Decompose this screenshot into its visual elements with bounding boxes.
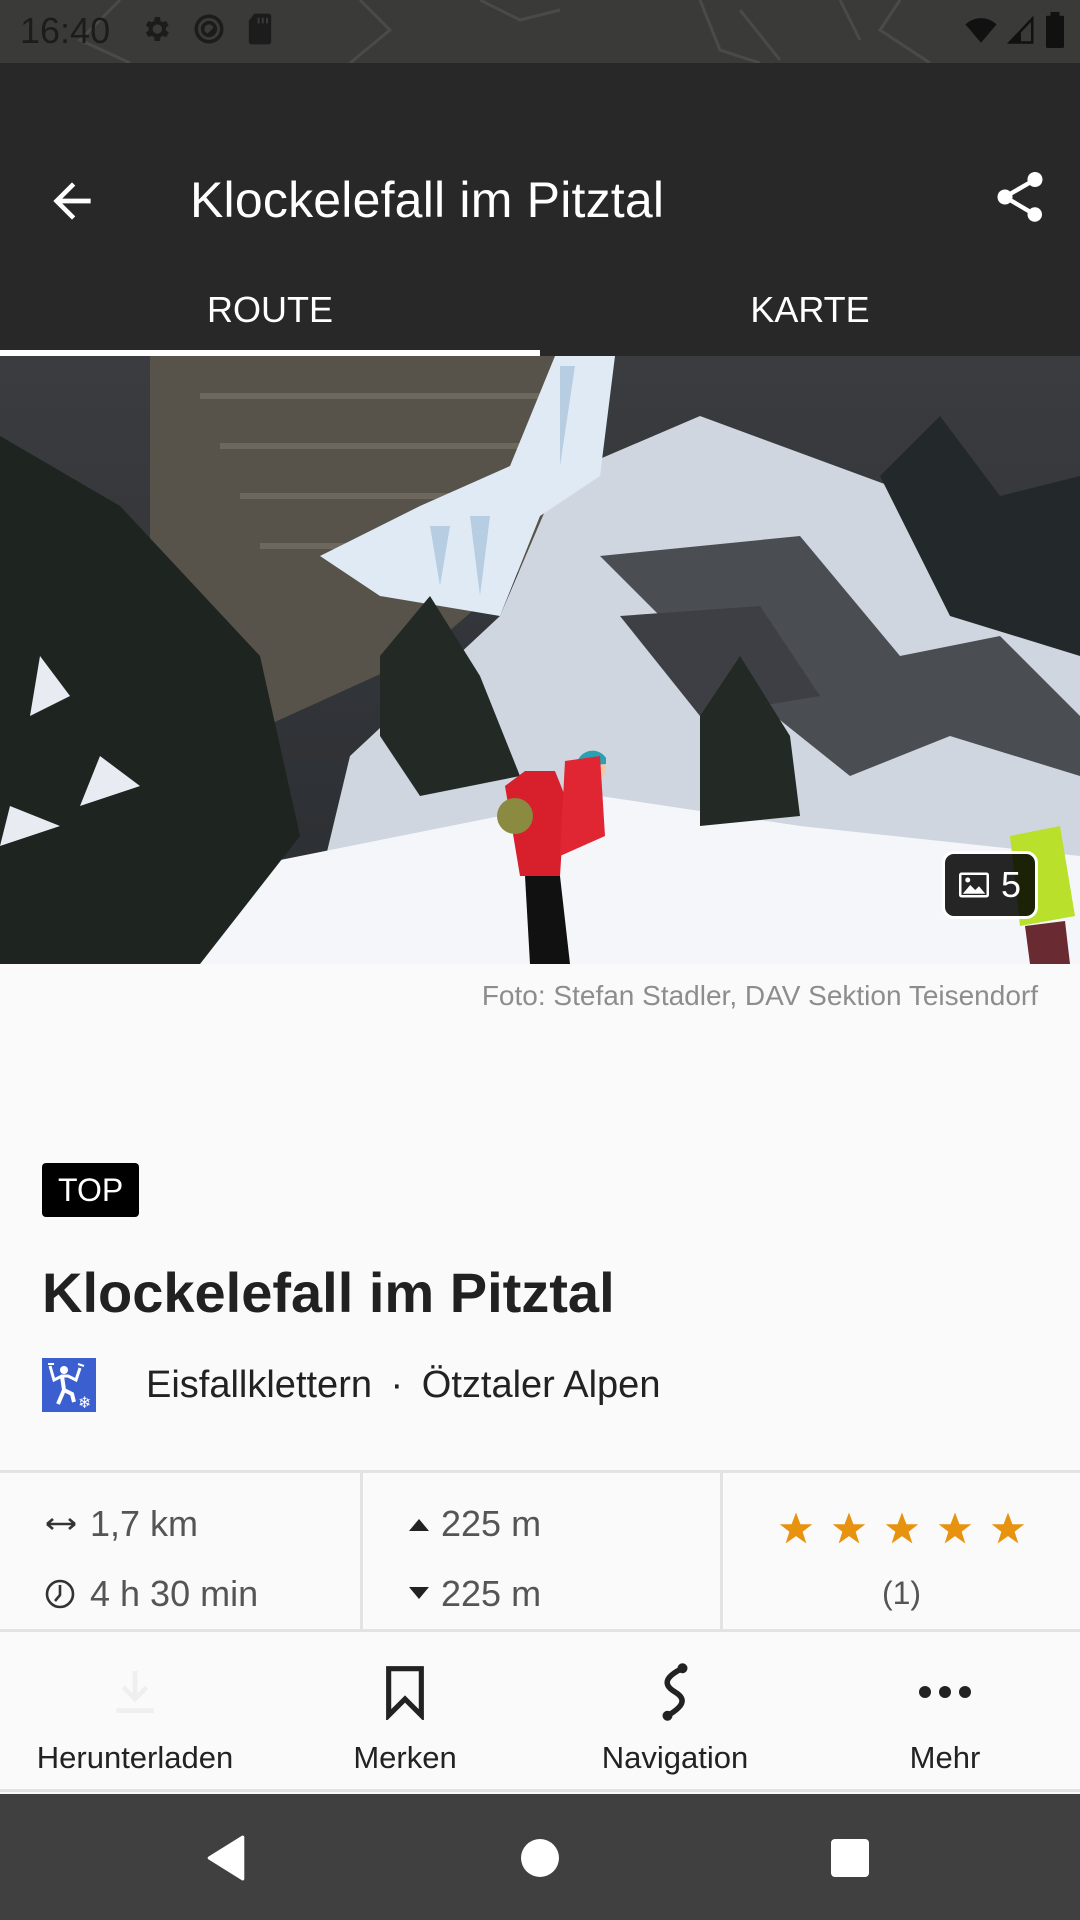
tab-karte[interactable]: KARTE bbox=[540, 261, 1080, 356]
star-icon bbox=[885, 1512, 918, 1544]
route-title: Klockelefall im Pitztal bbox=[42, 1261, 615, 1324]
nav-recents-button[interactable] bbox=[820, 1828, 880, 1888]
bookmark-icon bbox=[386, 1666, 424, 1720]
ice-climbing-icon: ❄ bbox=[42, 1358, 96, 1412]
rating-stars bbox=[723, 1511, 1080, 1545]
photo-credit: Foto: Stefan Stadler, DAV Sektion Teisen… bbox=[481, 980, 1038, 1011]
action-bar: Herunterladen Merken Navigation Mehr bbox=[0, 1632, 1080, 1792]
more-button[interactable]: Mehr bbox=[810, 1632, 1080, 1789]
ascent-stat: 225 m bbox=[407, 1503, 541, 1545]
svg-text:❄: ❄ bbox=[78, 1393, 91, 1412]
distance-stat: 1,7 km bbox=[44, 1503, 198, 1545]
ascent-value: 225 m bbox=[441, 1503, 542, 1544]
photo-count-button[interactable]: 5 bbox=[942, 851, 1038, 919]
more-label: Mehr bbox=[909, 1740, 981, 1775]
route-stats: 1,7 km 4 h 30 min 225 m 225 m (1) bbox=[0, 1470, 1080, 1632]
battery-icon bbox=[1046, 12, 1064, 48]
download-icon bbox=[116, 1671, 154, 1713]
descent-triangle-icon bbox=[409, 1587, 429, 1599]
clock-icon bbox=[45, 1579, 75, 1609]
nav-home-icon bbox=[521, 1839, 559, 1877]
star-icon bbox=[991, 1512, 1024, 1544]
nav-home-button[interactable] bbox=[510, 1828, 570, 1888]
download-button[interactable]: Herunterladen bbox=[0, 1632, 270, 1789]
stats-rating[interactable]: (1) bbox=[720, 1473, 1080, 1629]
navigation-label: Navigation bbox=[601, 1740, 749, 1775]
sd-card-icon bbox=[248, 13, 272, 45]
app-bar: Klockelefall im Pitztal ROUTE KARTE bbox=[0, 63, 1080, 356]
activity-type: Eisfallklettern bbox=[146, 1363, 372, 1406]
hero-photo[interactable] bbox=[0, 356, 1080, 964]
top-badge: TOP bbox=[42, 1163, 140, 1217]
status-icons-left bbox=[140, 12, 274, 46]
back-button[interactable] bbox=[44, 173, 100, 229]
duration-value: 4 h 30 min bbox=[90, 1573, 259, 1614]
photo-count: 5 bbox=[1000, 864, 1022, 905]
star-icon bbox=[832, 1512, 865, 1544]
category-row: ❄ Eisfallklettern · Ötztaler Alpen bbox=[42, 1358, 660, 1412]
tab-route[interactable]: ROUTE bbox=[0, 261, 540, 356]
star-icon bbox=[938, 1512, 971, 1544]
more-horizontal-icon bbox=[919, 1686, 971, 1698]
wifi-icon bbox=[965, 18, 997, 43]
app-bar-title: Klockelefall im Pitztal bbox=[190, 172, 665, 228]
duration-stat: 4 h 30 min bbox=[44, 1573, 258, 1615]
system-nav-bar bbox=[0, 1794, 1080, 1920]
bookmark-label: Merken bbox=[353, 1740, 457, 1775]
tab-bar: ROUTE KARTE bbox=[0, 261, 1080, 356]
settings-icon bbox=[145, 17, 169, 41]
status-icons-right bbox=[964, 12, 1066, 48]
signal-icon bbox=[1006, 15, 1034, 44]
route-icon bbox=[662, 1663, 688, 1721]
download-label: Herunterladen bbox=[36, 1740, 234, 1775]
sync-icon bbox=[194, 14, 224, 44]
descent-stat: 225 m bbox=[407, 1573, 541, 1615]
image-gallery-icon bbox=[958, 872, 989, 898]
arrow-back-icon bbox=[53, 182, 91, 220]
separator: · bbox=[390, 1363, 404, 1406]
descent-value: 225 m bbox=[441, 1573, 542, 1614]
distance-arrows-icon bbox=[46, 1518, 76, 1530]
rating-count: (1) bbox=[881, 1575, 922, 1611]
ascent-triangle-icon bbox=[409, 1519, 429, 1531]
bookmark-button[interactable]: Merken bbox=[270, 1632, 540, 1789]
ice-waterfall-photo bbox=[0, 356, 1080, 964]
nav-back-button[interactable] bbox=[196, 1828, 256, 1888]
stats-distance-duration: 1,7 km 4 h 30 min bbox=[0, 1473, 360, 1629]
stats-elevation: 225 m 225 m bbox=[360, 1473, 720, 1629]
distance-value: 1,7 km bbox=[90, 1503, 199, 1544]
nav-back-icon bbox=[207, 1835, 245, 1881]
share-icon bbox=[997, 172, 1043, 222]
region: Ötztaler Alpen bbox=[421, 1363, 661, 1406]
share-button[interactable] bbox=[990, 167, 1050, 227]
navigation-button[interactable]: Navigation bbox=[540, 1632, 810, 1789]
status-bar: 16:40 bbox=[0, 0, 1080, 63]
status-time: 16:40 bbox=[20, 10, 111, 51]
category-text: Eisfallklettern · Ötztaler Alpen bbox=[146, 1364, 660, 1407]
star-icon bbox=[779, 1512, 812, 1544]
nav-recents-icon bbox=[831, 1839, 869, 1877]
